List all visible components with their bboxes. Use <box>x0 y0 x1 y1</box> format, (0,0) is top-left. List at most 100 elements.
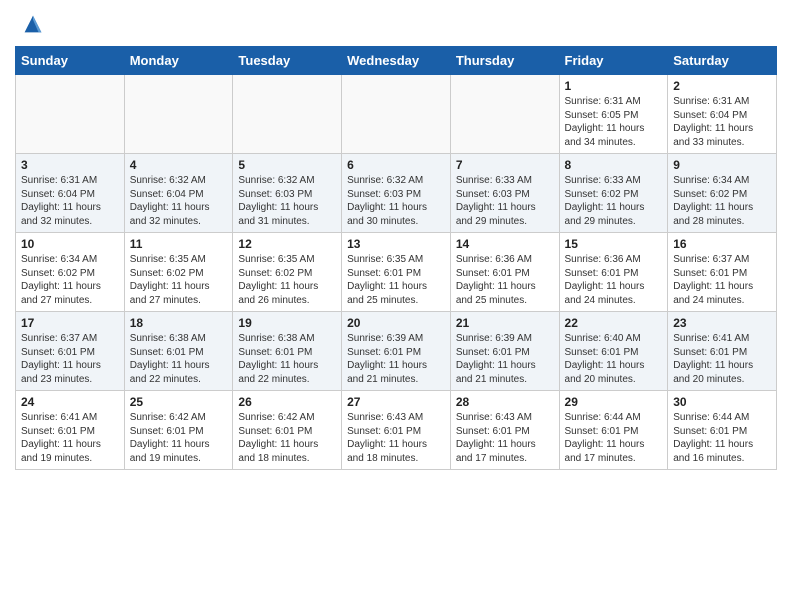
day-number: 3 <box>21 158 119 172</box>
day-number: 27 <box>347 395 445 409</box>
weekday-sunday: Sunday <box>16 47 125 75</box>
day-info: Sunrise: 6:35 AM Sunset: 6:02 PM Dayligh… <box>130 253 228 307</box>
calendar-cell: 30 Sunrise: 6:44 AM Sunset: 6:01 PM Dayli… <box>668 391 777 470</box>
calendar-cell <box>16 75 125 154</box>
day-number: 6 <box>347 158 445 172</box>
calendar-cell: 29 Sunrise: 6:44 AM Sunset: 6:01 PM Dayli… <box>559 391 668 470</box>
calendar-cell: 3 Sunrise: 6:31 AM Sunset: 6:04 PM Daylig… <box>16 154 125 233</box>
day-info: Sunrise: 6:43 AM Sunset: 6:01 PM Dayligh… <box>347 411 445 465</box>
day-info: Sunrise: 6:42 AM Sunset: 6:01 PM Dayligh… <box>130 411 228 465</box>
day-info: Sunrise: 6:33 AM Sunset: 6:03 PM Dayligh… <box>456 174 554 228</box>
calendar-cell: 6 Sunrise: 6:32 AM Sunset: 6:03 PM Daylig… <box>342 154 451 233</box>
calendar-cell: 25 Sunrise: 6:42 AM Sunset: 6:01 PM Dayli… <box>124 391 233 470</box>
page: SundayMondayTuesdayWednesdayThursdayFrid… <box>0 0 792 485</box>
calendar-table: SundayMondayTuesdayWednesdayThursdayFrid… <box>15 46 777 470</box>
day-info: Sunrise: 6:44 AM Sunset: 6:01 PM Dayligh… <box>565 411 663 465</box>
calendar-cell: 13Sunrise: 6:35 AM Sunset: 6:01 PM Dayli… <box>342 233 451 312</box>
calendar-cell: 28Sunrise: 6:43 AM Sunset: 6:01 PM Dayli… <box>450 391 559 470</box>
calendar-cell: 16Sunrise: 6:37 AM Sunset: 6:01 PM Dayli… <box>668 233 777 312</box>
day-info: Sunrise: 6:32 AM Sunset: 6:04 PM Dayligh… <box>130 174 228 228</box>
weekday-header-row: SundayMondayTuesdayWednesdayThursdayFrid… <box>16 47 777 75</box>
calendar-week-1: 1 Sunrise: 6:31 AM Sunset: 6:05 PM Daylig… <box>16 75 777 154</box>
logo-icon <box>19 10 47 38</box>
day-number: 4 <box>130 158 228 172</box>
calendar-header: SundayMondayTuesdayWednesdayThursdayFrid… <box>16 47 777 75</box>
day-number: 26 <box>238 395 336 409</box>
day-number: 18 <box>130 316 228 330</box>
calendar-week-5: 24 Sunrise: 6:41 AM Sunset: 6:01 PM Dayli… <box>16 391 777 470</box>
day-info: Sunrise: 6:36 AM Sunset: 6:01 PM Dayligh… <box>456 253 554 307</box>
logo <box>15 10 47 38</box>
weekday-friday: Friday <box>559 47 668 75</box>
day-info: Sunrise: 6:33 AM Sunset: 6:02 PM Dayligh… <box>565 174 663 228</box>
calendar-cell: 26 Sunrise: 6:42 AM Sunset: 6:01 PM Dayli… <box>233 391 342 470</box>
calendar-cell <box>124 75 233 154</box>
calendar-cell <box>342 75 451 154</box>
calendar-cell: 11 Sunrise: 6:35 AM Sunset: 6:02 PM Dayli… <box>124 233 233 312</box>
day-info: Sunrise: 6:39 AM Sunset: 6:01 PM Dayligh… <box>347 332 445 386</box>
day-info: Sunrise: 6:32 AM Sunset: 6:03 PM Dayligh… <box>347 174 445 228</box>
calendar-cell: 4 Sunrise: 6:32 AM Sunset: 6:04 PM Daylig… <box>124 154 233 233</box>
calendar-cell: 2 Sunrise: 6:31 AM Sunset: 6:04 PM Daylig… <box>668 75 777 154</box>
calendar-cell: 18 Sunrise: 6:38 AM Sunset: 6:01 PM Dayli… <box>124 312 233 391</box>
day-number: 9 <box>673 158 771 172</box>
calendar-cell: 10 Sunrise: 6:34 AM Sunset: 6:02 PM Dayli… <box>16 233 125 312</box>
day-info: Sunrise: 6:36 AM Sunset: 6:01 PM Dayligh… <box>565 253 663 307</box>
day-number: 25 <box>130 395 228 409</box>
day-number: 29 <box>565 395 663 409</box>
day-info: Sunrise: 6:34 AM Sunset: 6:02 PM Dayligh… <box>21 253 119 307</box>
weekday-wednesday: Wednesday <box>342 47 451 75</box>
calendar-cell: 19 Sunrise: 6:38 AM Sunset: 6:01 PM Dayli… <box>233 312 342 391</box>
day-info: Sunrise: 6:41 AM Sunset: 6:01 PM Dayligh… <box>21 411 119 465</box>
calendar-body: 1 Sunrise: 6:31 AM Sunset: 6:05 PM Daylig… <box>16 75 777 470</box>
calendar-cell: 24 Sunrise: 6:41 AM Sunset: 6:01 PM Dayli… <box>16 391 125 470</box>
calendar-week-3: 10 Sunrise: 6:34 AM Sunset: 6:02 PM Dayli… <box>16 233 777 312</box>
header <box>15 10 777 38</box>
day-number: 8 <box>565 158 663 172</box>
calendar-week-2: 3 Sunrise: 6:31 AM Sunset: 6:04 PM Daylig… <box>16 154 777 233</box>
day-number: 21 <box>456 316 554 330</box>
calendar-cell: 7Sunrise: 6:33 AM Sunset: 6:03 PM Daylig… <box>450 154 559 233</box>
day-info: Sunrise: 6:31 AM Sunset: 6:04 PM Dayligh… <box>21 174 119 228</box>
calendar-cell: 8 Sunrise: 6:33 AM Sunset: 6:02 PM Daylig… <box>559 154 668 233</box>
calendar-cell: 14 Sunrise: 6:36 AM Sunset: 6:01 PM Dayli… <box>450 233 559 312</box>
calendar-cell: 1 Sunrise: 6:31 AM Sunset: 6:05 PM Daylig… <box>559 75 668 154</box>
day-number: 11 <box>130 237 228 251</box>
day-number: 19 <box>238 316 336 330</box>
day-info: Sunrise: 6:31 AM Sunset: 6:04 PM Dayligh… <box>673 95 771 149</box>
calendar-cell: 17 Sunrise: 6:37 AM Sunset: 6:01 PM Dayli… <box>16 312 125 391</box>
day-number: 14 <box>456 237 554 251</box>
calendar-week-4: 17 Sunrise: 6:37 AM Sunset: 6:01 PM Dayli… <box>16 312 777 391</box>
day-info: Sunrise: 6:38 AM Sunset: 6:01 PM Dayligh… <box>238 332 336 386</box>
day-number: 23 <box>673 316 771 330</box>
day-info: Sunrise: 6:31 AM Sunset: 6:05 PM Dayligh… <box>565 95 663 149</box>
calendar-cell: 23 Sunrise: 6:41 AM Sunset: 6:01 PM Dayli… <box>668 312 777 391</box>
day-number: 22 <box>565 316 663 330</box>
day-number: 16 <box>673 237 771 251</box>
day-info: Sunrise: 6:38 AM Sunset: 6:01 PM Dayligh… <box>130 332 228 386</box>
calendar-cell: 21Sunrise: 6:39 AM Sunset: 6:01 PM Dayli… <box>450 312 559 391</box>
day-info: Sunrise: 6:44 AM Sunset: 6:01 PM Dayligh… <box>673 411 771 465</box>
day-number: 24 <box>21 395 119 409</box>
day-number: 2 <box>673 79 771 93</box>
day-info: Sunrise: 6:32 AM Sunset: 6:03 PM Dayligh… <box>238 174 336 228</box>
day-number: 1 <box>565 79 663 93</box>
calendar-cell: 9 Sunrise: 6:34 AM Sunset: 6:02 PM Daylig… <box>668 154 777 233</box>
day-number: 30 <box>673 395 771 409</box>
day-info: Sunrise: 6:43 AM Sunset: 6:01 PM Dayligh… <box>456 411 554 465</box>
calendar-cell: 15 Sunrise: 6:36 AM Sunset: 6:01 PM Dayli… <box>559 233 668 312</box>
day-info: Sunrise: 6:41 AM Sunset: 6:01 PM Dayligh… <box>673 332 771 386</box>
day-number: 17 <box>21 316 119 330</box>
day-info: Sunrise: 6:37 AM Sunset: 6:01 PM Dayligh… <box>21 332 119 386</box>
day-info: Sunrise: 6:34 AM Sunset: 6:02 PM Dayligh… <box>673 174 771 228</box>
day-number: 5 <box>238 158 336 172</box>
day-info: Sunrise: 6:42 AM Sunset: 6:01 PM Dayligh… <box>238 411 336 465</box>
calendar-cell <box>450 75 559 154</box>
day-number: 10 <box>21 237 119 251</box>
calendar-cell: 12Sunrise: 6:35 AM Sunset: 6:02 PM Dayli… <box>233 233 342 312</box>
calendar-cell: 5 Sunrise: 6:32 AM Sunset: 6:03 PM Daylig… <box>233 154 342 233</box>
weekday-thursday: Thursday <box>450 47 559 75</box>
day-number: 15 <box>565 237 663 251</box>
weekday-monday: Monday <box>124 47 233 75</box>
day-info: Sunrise: 6:35 AM Sunset: 6:01 PM Dayligh… <box>347 253 445 307</box>
